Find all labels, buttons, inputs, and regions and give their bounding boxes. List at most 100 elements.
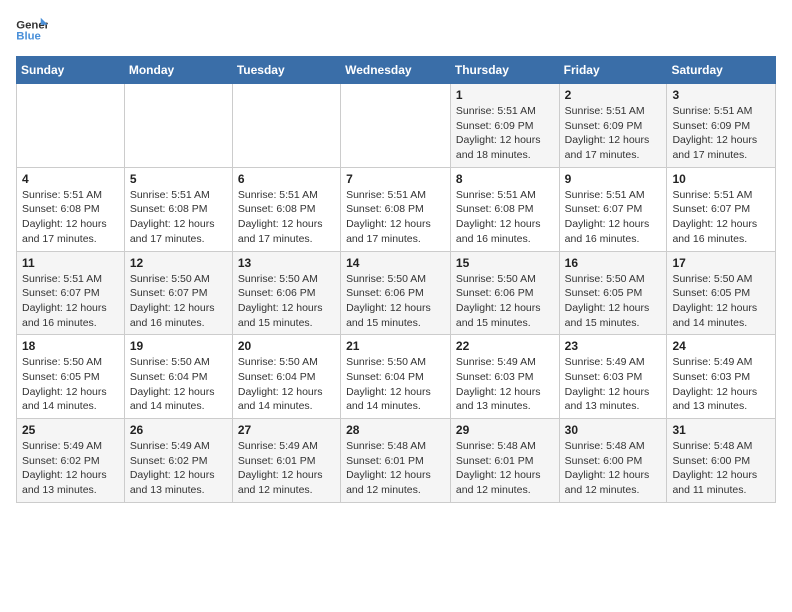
calendar-cell — [232, 84, 340, 168]
day-number: 9 — [565, 172, 662, 186]
day-number: 7 — [346, 172, 445, 186]
day-number: 30 — [565, 423, 662, 437]
calendar-cell: 21 Sunrise: 5:50 AM Sunset: 6:04 PM Dayli… — [341, 335, 451, 419]
calendar-cell: 7 Sunrise: 5:51 AM Sunset: 6:08 PM Daylig… — [341, 167, 451, 251]
day-info: Sunrise: 5:48 AM Sunset: 6:00 PM Dayligh… — [565, 439, 662, 498]
day-info: Sunrise: 5:51 AM Sunset: 6:08 PM Dayligh… — [456, 188, 554, 247]
day-info: Sunrise: 5:51 AM Sunset: 6:07 PM Dayligh… — [22, 272, 119, 331]
calendar-cell: 27 Sunrise: 5:49 AM Sunset: 6:01 PM Dayli… — [232, 419, 340, 503]
day-info: Sunrise: 5:50 AM Sunset: 6:06 PM Dayligh… — [346, 272, 445, 331]
day-number: 23 — [565, 339, 662, 353]
calendar-cell: 23 Sunrise: 5:49 AM Sunset: 6:03 PM Dayli… — [559, 335, 667, 419]
day-number: 15 — [456, 256, 554, 270]
day-info: Sunrise: 5:51 AM Sunset: 6:07 PM Dayligh… — [565, 188, 662, 247]
day-number: 28 — [346, 423, 445, 437]
day-info: Sunrise: 5:50 AM Sunset: 6:05 PM Dayligh… — [672, 272, 770, 331]
calendar-cell: 11 Sunrise: 5:51 AM Sunset: 6:07 PM Dayli… — [17, 251, 125, 335]
day-number: 25 — [22, 423, 119, 437]
col-header-tuesday: Tuesday — [232, 57, 340, 84]
day-number: 5 — [130, 172, 227, 186]
calendar-cell: 2 Sunrise: 5:51 AM Sunset: 6:09 PM Daylig… — [559, 84, 667, 168]
col-header-monday: Monday — [124, 57, 232, 84]
day-info: Sunrise: 5:48 AM Sunset: 6:00 PM Dayligh… — [672, 439, 770, 498]
page-header: General Blue — [16, 16, 776, 44]
day-info: Sunrise: 5:51 AM Sunset: 6:08 PM Dayligh… — [22, 188, 119, 247]
calendar-cell: 13Sunrise: 5:50 AM Sunset: 6:06 PM Dayli… — [232, 251, 340, 335]
calendar-cell: 17 Sunrise: 5:50 AM Sunset: 6:05 PM Dayli… — [667, 251, 776, 335]
day-info: Sunrise: 5:50 AM Sunset: 6:04 PM Dayligh… — [130, 355, 227, 414]
day-number: 2 — [565, 88, 662, 102]
calendar-cell: 16 Sunrise: 5:50 AM Sunset: 6:05 PM Dayli… — [559, 251, 667, 335]
calendar-cell: 14 Sunrise: 5:50 AM Sunset: 6:06 PM Dayli… — [341, 251, 451, 335]
svg-text:Blue: Blue — [16, 31, 41, 43]
day-info: Sunrise: 5:51 AM Sunset: 6:07 PM Dayligh… — [672, 188, 770, 247]
day-number: 1 — [456, 88, 554, 102]
day-number: 18 — [22, 339, 119, 353]
day-number: 11 — [22, 256, 119, 270]
calendar-cell: 4 Sunrise: 5:51 AM Sunset: 6:08 PM Daylig… — [17, 167, 125, 251]
day-info: Sunrise: 5:49 AM Sunset: 6:02 PM Dayligh… — [22, 439, 119, 498]
calendar-cell: 8 Sunrise: 5:51 AM Sunset: 6:08 PM Daylig… — [450, 167, 559, 251]
day-info: Sunrise: 5:51 AM Sunset: 6:08 PM Dayligh… — [238, 188, 335, 247]
day-info: Sunrise: 5:49 AM Sunset: 6:02 PM Dayligh… — [130, 439, 227, 498]
day-number: 21 — [346, 339, 445, 353]
calendar-cell: 12 Sunrise: 5:50 AM Sunset: 6:07 PM Dayli… — [124, 251, 232, 335]
day-info: Sunrise: 5:50 AM Sunset: 6:05 PM Dayligh… — [565, 272, 662, 331]
calendar-cell: 19 Sunrise: 5:50 AM Sunset: 6:04 PM Dayli… — [124, 335, 232, 419]
col-header-sunday: Sunday — [17, 57, 125, 84]
calendar-cell: 20Sunrise: 5:50 AM Sunset: 6:04 PM Dayli… — [232, 335, 340, 419]
day-number: 12 — [130, 256, 227, 270]
col-header-thursday: Thursday — [450, 57, 559, 84]
calendar-table: SundayMondayTuesdayWednesdayThursdayFrid… — [16, 56, 776, 503]
day-info: Sunrise: 5:48 AM Sunset: 6:01 PM Dayligh… — [456, 439, 554, 498]
calendar-cell: 24 Sunrise: 5:49 AM Sunset: 6:03 PM Dayli… — [667, 335, 776, 419]
calendar-cell: 9 Sunrise: 5:51 AM Sunset: 6:07 PM Daylig… — [559, 167, 667, 251]
day-number: 4 — [22, 172, 119, 186]
day-info: Sunrise: 5:51 AM Sunset: 6:09 PM Dayligh… — [565, 104, 662, 163]
day-number: 22 — [456, 339, 554, 353]
calendar-cell: 29Sunrise: 5:48 AM Sunset: 6:01 PM Dayli… — [450, 419, 559, 503]
calendar-cell: 31 Sunrise: 5:48 AM Sunset: 6:00 PM Dayli… — [667, 419, 776, 503]
calendar-cell: 18 Sunrise: 5:50 AM Sunset: 6:05 PM Dayli… — [17, 335, 125, 419]
day-info: Sunrise: 5:50 AM Sunset: 6:04 PM Dayligh… — [238, 355, 335, 414]
col-header-friday: Friday — [559, 57, 667, 84]
day-number: 8 — [456, 172, 554, 186]
calendar-cell: 22Sunrise: 5:49 AM Sunset: 6:03 PM Dayli… — [450, 335, 559, 419]
day-number: 16 — [565, 256, 662, 270]
day-info: Sunrise: 5:50 AM Sunset: 6:07 PM Dayligh… — [130, 272, 227, 331]
day-info: Sunrise: 5:48 AM Sunset: 6:01 PM Dayligh… — [346, 439, 445, 498]
calendar-cell: 25 Sunrise: 5:49 AM Sunset: 6:02 PM Dayli… — [17, 419, 125, 503]
calendar-cell — [341, 84, 451, 168]
col-header-saturday: Saturday — [667, 57, 776, 84]
calendar-cell: 28 Sunrise: 5:48 AM Sunset: 6:01 PM Dayli… — [341, 419, 451, 503]
day-info: Sunrise: 5:51 AM Sunset: 6:08 PM Dayligh… — [346, 188, 445, 247]
calendar-cell: 15 Sunrise: 5:50 AM Sunset: 6:06 PM Dayli… — [450, 251, 559, 335]
col-header-wednesday: Wednesday — [341, 57, 451, 84]
day-info: Sunrise: 5:49 AM Sunset: 6:01 PM Dayligh… — [238, 439, 335, 498]
day-number: 3 — [672, 88, 770, 102]
day-number: 19 — [130, 339, 227, 353]
day-info: Sunrise: 5:49 AM Sunset: 6:03 PM Dayligh… — [565, 355, 662, 414]
calendar-cell: 1Sunrise: 5:51 AM Sunset: 6:09 PM Daylig… — [450, 84, 559, 168]
day-number: 14 — [346, 256, 445, 270]
day-number: 13 — [238, 256, 335, 270]
calendar-cell: 30 Sunrise: 5:48 AM Sunset: 6:00 PM Dayli… — [559, 419, 667, 503]
day-number: 6 — [238, 172, 335, 186]
day-info: Sunrise: 5:50 AM Sunset: 6:06 PM Dayligh… — [456, 272, 554, 331]
logo-icon: General Blue — [16, 16, 48, 44]
calendar-cell: 3 Sunrise: 5:51 AM Sunset: 6:09 PM Daylig… — [667, 84, 776, 168]
day-number: 26 — [130, 423, 227, 437]
day-info: Sunrise: 5:49 AM Sunset: 6:03 PM Dayligh… — [672, 355, 770, 414]
calendar-cell: 26 Sunrise: 5:49 AM Sunset: 6:02 PM Dayli… — [124, 419, 232, 503]
day-number: 27 — [238, 423, 335, 437]
calendar-cell: 6 Sunrise: 5:51 AM Sunset: 6:08 PM Daylig… — [232, 167, 340, 251]
calendar-cell — [17, 84, 125, 168]
logo: General Blue — [16, 16, 48, 44]
day-number: 24 — [672, 339, 770, 353]
day-info: Sunrise: 5:50 AM Sunset: 6:05 PM Dayligh… — [22, 355, 119, 414]
day-number: 31 — [672, 423, 770, 437]
day-number: 17 — [672, 256, 770, 270]
day-info: Sunrise: 5:51 AM Sunset: 6:09 PM Dayligh… — [672, 104, 770, 163]
day-info: Sunrise: 5:51 AM Sunset: 6:08 PM Dayligh… — [130, 188, 227, 247]
day-info: Sunrise: 5:50 AM Sunset: 6:04 PM Dayligh… — [346, 355, 445, 414]
